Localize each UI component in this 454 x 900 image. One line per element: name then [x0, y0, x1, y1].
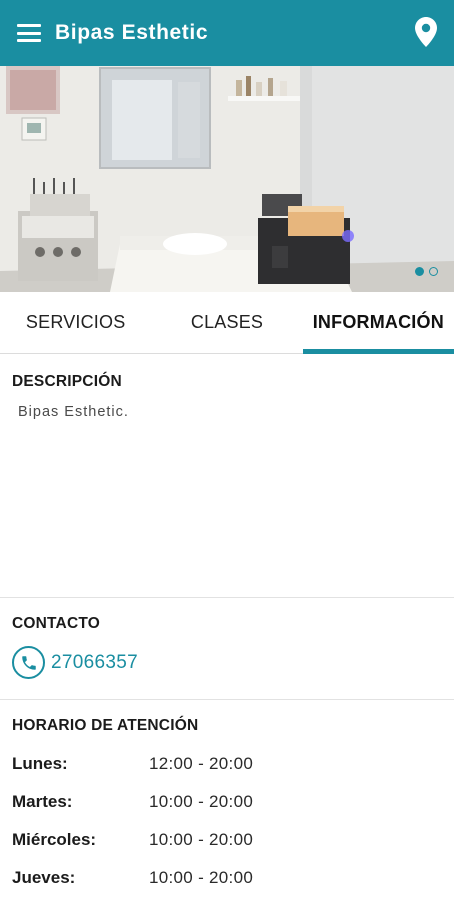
- photo-carousel[interactable]: [0, 66, 454, 292]
- location-pin-icon[interactable]: [414, 16, 438, 48]
- menu-icon[interactable]: [17, 22, 45, 44]
- phone-link[interactable]: 27066357: [12, 646, 138, 679]
- hours-time: 12:00 - 20:00: [149, 754, 254, 773]
- salon-photo: [0, 66, 454, 292]
- tab-bar: SERVICIOS CLASES INFORMACIÓN: [0, 292, 454, 354]
- tab-informacion[interactable]: INFORMACIÓN: [302, 292, 454, 354]
- carousel-indicator: [415, 267, 438, 276]
- app-title: Bipas Esthetic: [55, 21, 209, 44]
- contact-heading: CONTACTO: [12, 615, 100, 632]
- phone-number[interactable]: 27066357: [51, 652, 138, 674]
- phone-icon: [12, 646, 45, 679]
- hours-row: Miércoles: 10:00 - 20:00: [12, 827, 442, 853]
- hours-heading: HORARIO DE ATENCIÓN: [12, 717, 199, 734]
- tab-clases[interactable]: CLASES: [151, 292, 302, 353]
- carousel-dot-2[interactable]: [429, 267, 438, 276]
- description-text: Bipas Esthetic.: [18, 404, 129, 420]
- description-heading: DESCRIPCIÓN: [12, 373, 122, 390]
- hours-day: Jueves:: [12, 868, 76, 887]
- tab-servicios[interactable]: SERVICIOS: [0, 292, 151, 353]
- app-bar: Bipas Esthetic: [0, 0, 454, 66]
- divider: [0, 597, 454, 598]
- hours-time: 10:00 - 20:00: [149, 830, 254, 849]
- carousel-dot-1[interactable]: [415, 267, 424, 276]
- hours-row: Lunes: 12:00 - 20:00: [12, 751, 442, 777]
- hours-time: 10:00 - 20:00: [149, 792, 254, 811]
- hours-day: Miércoles:: [12, 830, 97, 849]
- hours-time: 10:00 - 20:00: [149, 868, 254, 887]
- hours-row: Martes: 10:00 - 20:00: [12, 789, 442, 815]
- divider: [0, 699, 454, 700]
- hours-day: Martes:: [12, 792, 73, 811]
- hours-day: Lunes:: [12, 754, 68, 773]
- hours-row: Jueves: 10:00 - 20:00: [12, 865, 442, 891]
